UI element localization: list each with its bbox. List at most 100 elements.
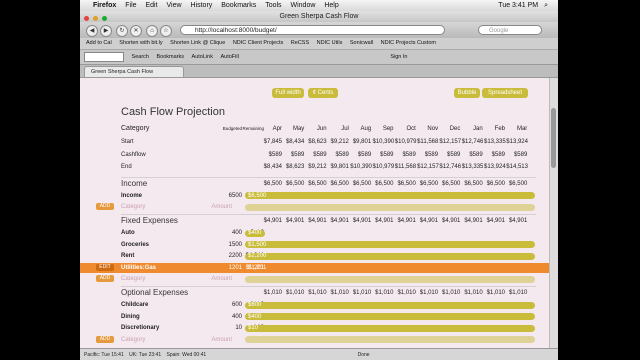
menu-tools[interactable]: Tools xyxy=(265,0,281,11)
budgeted-value[interactable]: 400 xyxy=(220,312,242,322)
spotlight-icon[interactable]: ⌕ xyxy=(544,0,548,11)
new-amount-input[interactable]: Amount xyxy=(210,335,232,345)
menu-help[interactable]: Help xyxy=(324,0,338,11)
bookmark-item[interactable]: Shorten with bit.ly xyxy=(119,40,162,46)
new-amount-input[interactable]: Amount xyxy=(210,202,232,212)
vertical-scrollbar[interactable] xyxy=(549,78,558,348)
menu-view[interactable]: View xyxy=(167,0,182,11)
empty-bar xyxy=(245,203,535,211)
category-name[interactable]: Dining xyxy=(121,312,140,322)
category-name[interactable]: Utilities:Gas xyxy=(121,263,156,273)
budgeted-value[interactable]: 2200 xyxy=(220,251,242,261)
month-value: $9,801 xyxy=(352,139,372,145)
category-name[interactable]: Income xyxy=(121,191,142,201)
stop-button[interactable]: ✕ xyxy=(130,25,142,37)
addon-search-button[interactable]: Search xyxy=(132,54,149,60)
minimize-window-icon[interactable] xyxy=(92,16,98,21)
bookmark-item[interactable]: Add to Cal xyxy=(86,40,112,46)
bookmark-item[interactable]: ReCSS xyxy=(291,40,309,46)
url-bar[interactable]: http://localhost:8000/budget/ xyxy=(180,25,445,35)
amount-bar[interactable] xyxy=(245,192,535,199)
tab-bar: Green Sherpa Cash Flow xyxy=(80,65,558,78)
amount-bar[interactable] xyxy=(245,313,535,320)
status-clock-spain: Spain: Wed 00:41 xyxy=(166,352,207,358)
home-button[interactable]: ⌂ xyxy=(146,25,158,37)
addon-signin-button[interactable]: Sign In xyxy=(390,54,407,60)
add-button[interactable]: ADD xyxy=(96,203,114,210)
category-name[interactable]: Childcare xyxy=(121,300,148,310)
budgeted-value[interactable]: 6500 xyxy=(220,191,242,201)
clock[interactable]: Tue 3:41 PM xyxy=(498,0,538,11)
bar-label: $1,500 xyxy=(248,241,267,248)
addon-autofill-button[interactable]: AutoFill xyxy=(220,54,238,60)
budgeted-value[interactable]: 1201 xyxy=(220,263,242,273)
addon-search-input[interactable] xyxy=(84,51,124,62)
header-category: Category xyxy=(121,125,150,132)
navigation-toolbar: ◀ ▶ ↻ ✕ ⌂ ☆ http://localhost:8000/budget… xyxy=(80,22,558,38)
amount-bar[interactable] xyxy=(245,264,535,271)
budgeted-value[interactable]: 600 xyxy=(220,300,242,310)
bookmark-item[interactable]: NDIC Projects Custom xyxy=(381,40,436,46)
close-window-icon[interactable] xyxy=(84,16,89,21)
menu-history[interactable]: History xyxy=(191,0,213,11)
bookmark-item[interactable]: NDIC Client Projects xyxy=(233,40,283,46)
month-value: $13,335 xyxy=(461,164,484,170)
amount-bar[interactable] xyxy=(245,252,535,260)
edit-button[interactable]: EDIT xyxy=(96,263,114,271)
new-category-input[interactable]: Category xyxy=(121,202,145,212)
month-value: $589 xyxy=(357,151,372,158)
month-value: $10,390 xyxy=(350,164,372,170)
category-row: Rent2200$2,200$2,200 xyxy=(80,251,550,261)
month-value: $11,568 xyxy=(417,139,439,145)
bar-label: $400 xyxy=(248,230,262,236)
month-value: $4,901 xyxy=(464,218,483,224)
back-button[interactable]: ◀ xyxy=(86,25,98,37)
month-value: $589 xyxy=(402,151,416,158)
new-category-input[interactable]: Category xyxy=(121,335,145,345)
budgeted-value[interactable]: 1500 xyxy=(220,240,242,250)
month-value: $11,568 xyxy=(394,164,417,170)
menu-bookmarks[interactable]: Bookmarks xyxy=(221,0,256,11)
new-category-input[interactable]: Category xyxy=(121,274,145,284)
amount-bar[interactable] xyxy=(245,324,535,332)
bookmark-item[interactable]: Sonicwall xyxy=(350,40,373,46)
month-value: $589 xyxy=(491,151,505,158)
zoom-window-icon[interactable] xyxy=(101,16,107,21)
budgeted-value[interactable]: 400 xyxy=(220,228,242,238)
addon-autolink-button[interactable]: AutoLink xyxy=(192,54,213,60)
add-button[interactable]: ADD xyxy=(96,335,114,343)
tab-green-sherpa[interactable]: Green Sherpa Cash Flow xyxy=(84,66,184,77)
addon-bookmarks-button[interactable]: Bookmarks xyxy=(157,54,185,60)
amount-bar[interactable] xyxy=(245,241,535,248)
bookmark-item[interactable]: Shorten Link @ Clique xyxy=(170,40,225,46)
budgeted-value[interactable]: 10 xyxy=(220,323,242,333)
full-width-button[interactable]: Full width xyxy=(272,88,304,98)
spreadsheet-view-button[interactable]: Spreadsheet xyxy=(482,88,528,98)
month-value: $12,157 xyxy=(417,164,439,170)
category-row: Childcare600$600$600 xyxy=(80,300,550,310)
bar-label: $6,500 xyxy=(248,192,267,199)
menu-file[interactable]: File xyxy=(125,0,136,11)
reload-button[interactable]: ↻ xyxy=(116,25,128,37)
amount-bar[interactable] xyxy=(245,301,535,309)
new-amount-input[interactable]: Amount xyxy=(210,274,232,284)
bookmark-item[interactable]: NDIC Utils xyxy=(317,40,343,46)
menu-app[interactable]: Firefox xyxy=(93,0,116,11)
category-name[interactable]: Rent xyxy=(121,251,134,261)
menu-edit[interactable]: Edit xyxy=(145,0,157,11)
menu-window[interactable]: Window xyxy=(291,0,316,11)
cents-button[interactable]: ¢ Cents xyxy=(308,88,338,98)
forward-button[interactable]: ▶ xyxy=(100,25,112,37)
summary-row: Start $7,845 $8,434 $8,623 $9,212 $9,801 $10,3… xyxy=(80,137,550,147)
bubble-view-button[interactable]: Bubble xyxy=(454,88,480,98)
month-value: $13,924 xyxy=(484,164,506,170)
month-value: $589 xyxy=(313,151,327,158)
search-field[interactable]: Google xyxy=(478,25,542,35)
bookmark-star-icon[interactable]: ☆ xyxy=(160,25,172,37)
add-button[interactable]: ADD xyxy=(96,275,114,282)
bar-label: $600 xyxy=(248,302,262,308)
month-value: $1,010 xyxy=(419,290,439,296)
category-name[interactable]: Auto xyxy=(121,228,135,238)
category-name[interactable]: Groceries xyxy=(121,240,149,250)
category-name[interactable]: Discretionary xyxy=(121,323,159,333)
